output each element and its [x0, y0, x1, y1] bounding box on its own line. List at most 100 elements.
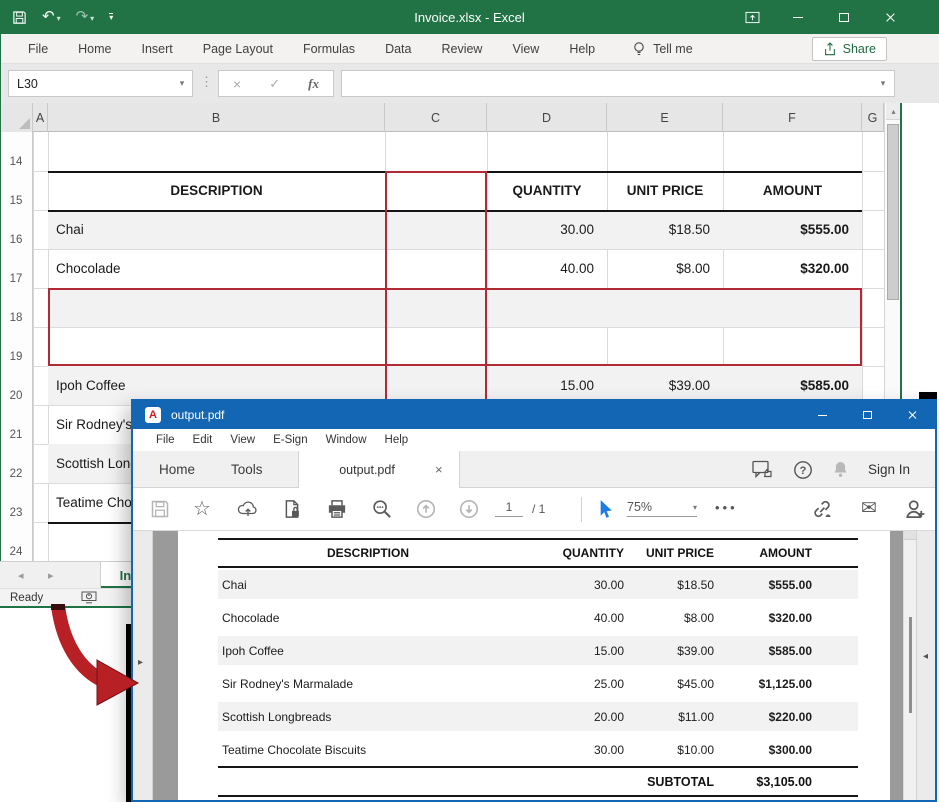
feedback-icon[interactable] [752, 460, 774, 480]
page-number-input[interactable]: 1 [495, 500, 523, 517]
row-header-19[interactable]: 19 [0, 327, 33, 366]
column-header-b[interactable]: B [48, 103, 385, 132]
pdf-scrollbar-thumb[interactable] [909, 617, 912, 713]
next-page-icon[interactable] [459, 499, 479, 519]
cell-d15[interactable]: QUANTITY [487, 171, 607, 210]
column-header-f[interactable]: F [723, 103, 862, 132]
formula-bar-handle[interactable]: ⋮ [200, 74, 213, 90]
star-favorite-icon[interactable]: ☆ [193, 499, 213, 519]
pdf-scroll-top-button[interactable] [904, 531, 916, 540]
pdf-document-tab[interactable]: output.pdf × [298, 451, 460, 488]
name-box[interactable]: L30 ▾ [8, 70, 193, 97]
excel-tab-review[interactable]: Review [426, 42, 497, 56]
screenshot-stage: ↶▾ ↷▾ ▾ Invoice.xlsx - Excel FileHomeIns… [0, 0, 939, 802]
share-button[interactable]: Share [812, 37, 887, 61]
row-header-20[interactable]: 20 [0, 366, 33, 405]
confirm-entry-icon[interactable]: ✓ [269, 76, 280, 92]
insert-function-icon[interactable]: fx [308, 76, 319, 92]
close-tab-icon[interactable]: × [435, 462, 459, 477]
excel-tab-home[interactable]: Home [63, 42, 126, 56]
save-icon[interactable] [150, 499, 170, 519]
cell-b15[interactable]: DESCRIPTION [48, 171, 385, 210]
cloud-upload-icon[interactable] [237, 499, 257, 519]
cell-e16[interactable]: $18.50 [607, 210, 723, 249]
cell-e17[interactable]: $8.00 [607, 249, 723, 288]
formula-bar-expand-icon[interactable]: ▾ [872, 78, 894, 89]
cell-f16[interactable]: $555.00 [723, 210, 862, 249]
row-header-23[interactable]: 23 [0, 483, 33, 522]
cell-d17[interactable]: 40.00 [487, 249, 607, 288]
row-header-14[interactable]: 14 [0, 132, 33, 171]
row-header-22[interactable]: 22 [0, 444, 33, 483]
pdf-menu-e-sign[interactable]: E-Sign [264, 434, 317, 446]
pdf-right-panel-collapsed[interactable]: ◂ [916, 531, 935, 800]
pdf-menu-window[interactable]: Window [317, 434, 376, 446]
help-icon[interactable]: ? [793, 460, 813, 480]
cell-f17[interactable]: $320.00 [723, 249, 862, 288]
excel-minimize-button[interactable] [775, 0, 821, 34]
row-header-15[interactable]: 15 [0, 171, 33, 210]
pdf-tab-home[interactable]: Home [141, 462, 213, 477]
request-signatures-icon[interactable] [905, 499, 925, 519]
excel-scrollbar-thumb[interactable] [887, 124, 899, 300]
excel-tab-data[interactable]: Data [370, 42, 426, 56]
pdf-window: A output.pdf FileEditViewE-SignWindowHel… [131, 399, 937, 802]
row-header-21[interactable]: 21 [0, 405, 33, 444]
pdf-menu-view[interactable]: View [221, 434, 264, 446]
pdf-vertical-scrollbar[interactable] [903, 531, 916, 800]
more-tools-button[interactable]: ••• [715, 500, 738, 515]
sign-in-button[interactable]: Sign In [868, 462, 910, 477]
excel-tab-formulas[interactable]: Formulas [288, 42, 370, 56]
excel-tab-insert[interactable]: Insert [127, 42, 188, 56]
sheet-nav-left-icon[interactable]: ◂ [18, 562, 24, 589]
zoom-search-icon[interactable] [372, 499, 392, 519]
excel-tab-file[interactable]: File [13, 42, 63, 56]
export-pdf-lock-icon[interactable] [282, 499, 302, 519]
pdf-nav-tabs: HomeTools [141, 451, 281, 488]
excel-tab-view[interactable]: View [497, 42, 554, 56]
share-link-icon[interactable] [811, 499, 831, 519]
pdf-menu-edit[interactable]: Edit [184, 434, 222, 446]
print-icon[interactable] [327, 499, 347, 519]
pdf-col-header-amount: AMOUNT [718, 546, 858, 560]
pdf-menu-help[interactable]: Help [376, 434, 418, 446]
scroll-up-icon[interactable]: ▴ [886, 103, 901, 120]
column-header-e[interactable]: E [607, 103, 723, 132]
previous-page-icon[interactable] [416, 499, 436, 519]
excel-close-button[interactable] [867, 0, 913, 34]
row-header-24[interactable]: 24 [0, 522, 33, 561]
row-header-17[interactable]: 17 [0, 249, 33, 288]
excel-ribbon-tabs: FileHomeInsertPage LayoutFormulasDataRev… [0, 34, 939, 64]
column-header-g[interactable]: G [862, 103, 884, 132]
pdf-menu-file[interactable]: File [147, 434, 184, 446]
zoom-level-dropdown[interactable]: 75% ▾ [627, 500, 697, 517]
cancel-entry-icon[interactable]: × [233, 76, 241, 92]
cell-b17[interactable]: Chocolade [56, 249, 385, 288]
column-header-c[interactable]: C [385, 103, 487, 132]
pdf-maximize-button[interactable] [845, 401, 890, 429]
ribbon-display-options-button[interactable] [729, 0, 775, 34]
sheet-nav-right-icon[interactable]: ▸ [48, 562, 54, 589]
collapse-panel-icon[interactable]: ◂ [923, 651, 928, 662]
column-header-d[interactable]: D [487, 103, 607, 132]
cell-d16[interactable]: 30.00 [487, 210, 607, 249]
select-all-corner[interactable] [0, 103, 33, 132]
cell-b16[interactable]: Chai [56, 210, 385, 249]
cell-f15[interactable]: AMOUNT [723, 171, 862, 210]
tell-me-box[interactable]: Tell me [632, 41, 693, 57]
name-box-dropdown-icon[interactable]: ▾ [172, 78, 192, 89]
row-header-16[interactable]: 16 [0, 210, 33, 249]
excel-maximize-button[interactable] [821, 0, 867, 34]
notifications-bell-icon[interactable] [832, 460, 849, 479]
row-header-18[interactable]: 18 [0, 288, 33, 327]
cell-e15[interactable]: UNIT PRICE [607, 171, 723, 210]
email-icon[interactable]: ✉ [861, 499, 881, 519]
excel-tab-help[interactable]: Help [554, 42, 610, 56]
pdf-close-button[interactable] [890, 401, 935, 429]
excel-tab-page-layout[interactable]: Page Layout [188, 42, 288, 56]
column-header-a[interactable]: A [33, 103, 48, 132]
pdf-minimize-button[interactable] [800, 401, 845, 429]
select-cursor-icon[interactable] [595, 499, 615, 519]
formula-input[interactable]: ▾ [341, 70, 895, 97]
pdf-tab-tools[interactable]: Tools [213, 462, 281, 477]
